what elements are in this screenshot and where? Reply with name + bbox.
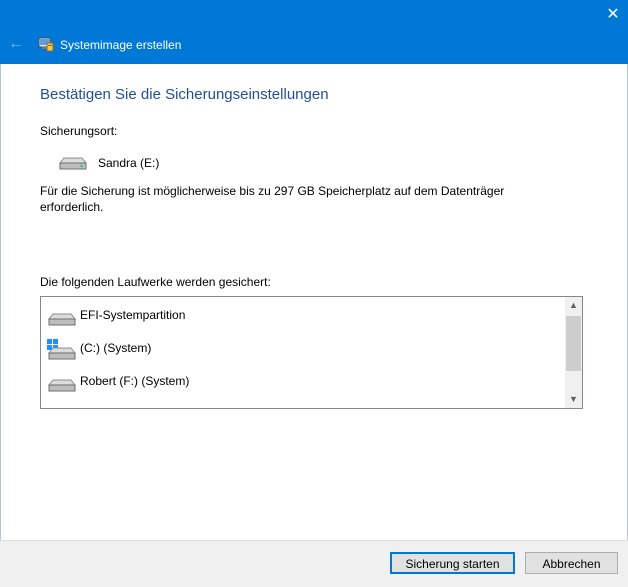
vertical-scrollbar[interactable]: ▲ ▼ <box>565 297 582 408</box>
drives-list[interactable]: EFI-Systempartition (C:) (System) Robert… <box>40 296 583 409</box>
scroll-down-button[interactable]: ▼ <box>565 391 582 408</box>
back-arrow-icon: ← <box>8 35 24 52</box>
cancel-button[interactable]: Abbrechen <box>525 552 618 574</box>
space-info-text: Für die Sicherung ist möglicherweise bis… <box>40 184 505 214</box>
backup-app-icon <box>38 37 54 52</box>
drive-icon <box>47 313 77 326</box>
backup-location-label: Sicherungsort: <box>40 124 118 138</box>
chevron-down-icon: ▼ <box>569 394 578 404</box>
back-button[interactable]: ← <box>6 34 26 54</box>
drive-label: EFI-Systempartition <box>80 308 186 322</box>
backup-location-value: Sandra (E:) <box>98 156 160 170</box>
drives-label: Die folgenden Laufwerke werden gesichert… <box>40 275 271 289</box>
drive-label: Robert (F:) (System) <box>80 374 190 388</box>
drive-icon <box>47 379 77 392</box>
chevron-up-icon: ▲ <box>569 300 578 310</box>
start-backup-button[interactable]: Sicherung starten <box>390 552 515 574</box>
title-bar: ✕ ← Systemimage erstellen <box>0 0 628 64</box>
dialog-footer: Sicherung starten Abbrechen <box>0 540 628 587</box>
scroll-thumb[interactable] <box>566 316 581 371</box>
drive-label: (C:) (System) <box>80 341 152 355</box>
page-heading: Bestätigen Sie die Sicherungseinstellung… <box>40 86 329 103</box>
window-border-left <box>0 64 1 586</box>
list-item[interactable]: EFI-Systempartition <box>47 306 557 328</box>
list-item[interactable]: Robert (F:) (System) <box>47 372 557 394</box>
windows-drive-icon <box>47 339 77 360</box>
scroll-up-button[interactable]: ▲ <box>565 297 582 314</box>
close-icon: ✕ <box>606 6 620 23</box>
drive-icon <box>58 157 88 170</box>
close-button[interactable]: ✕ <box>598 0 628 30</box>
list-item[interactable]: (C:) (System) <box>47 339 557 361</box>
window-title: Systemimage erstellen <box>60 38 182 52</box>
